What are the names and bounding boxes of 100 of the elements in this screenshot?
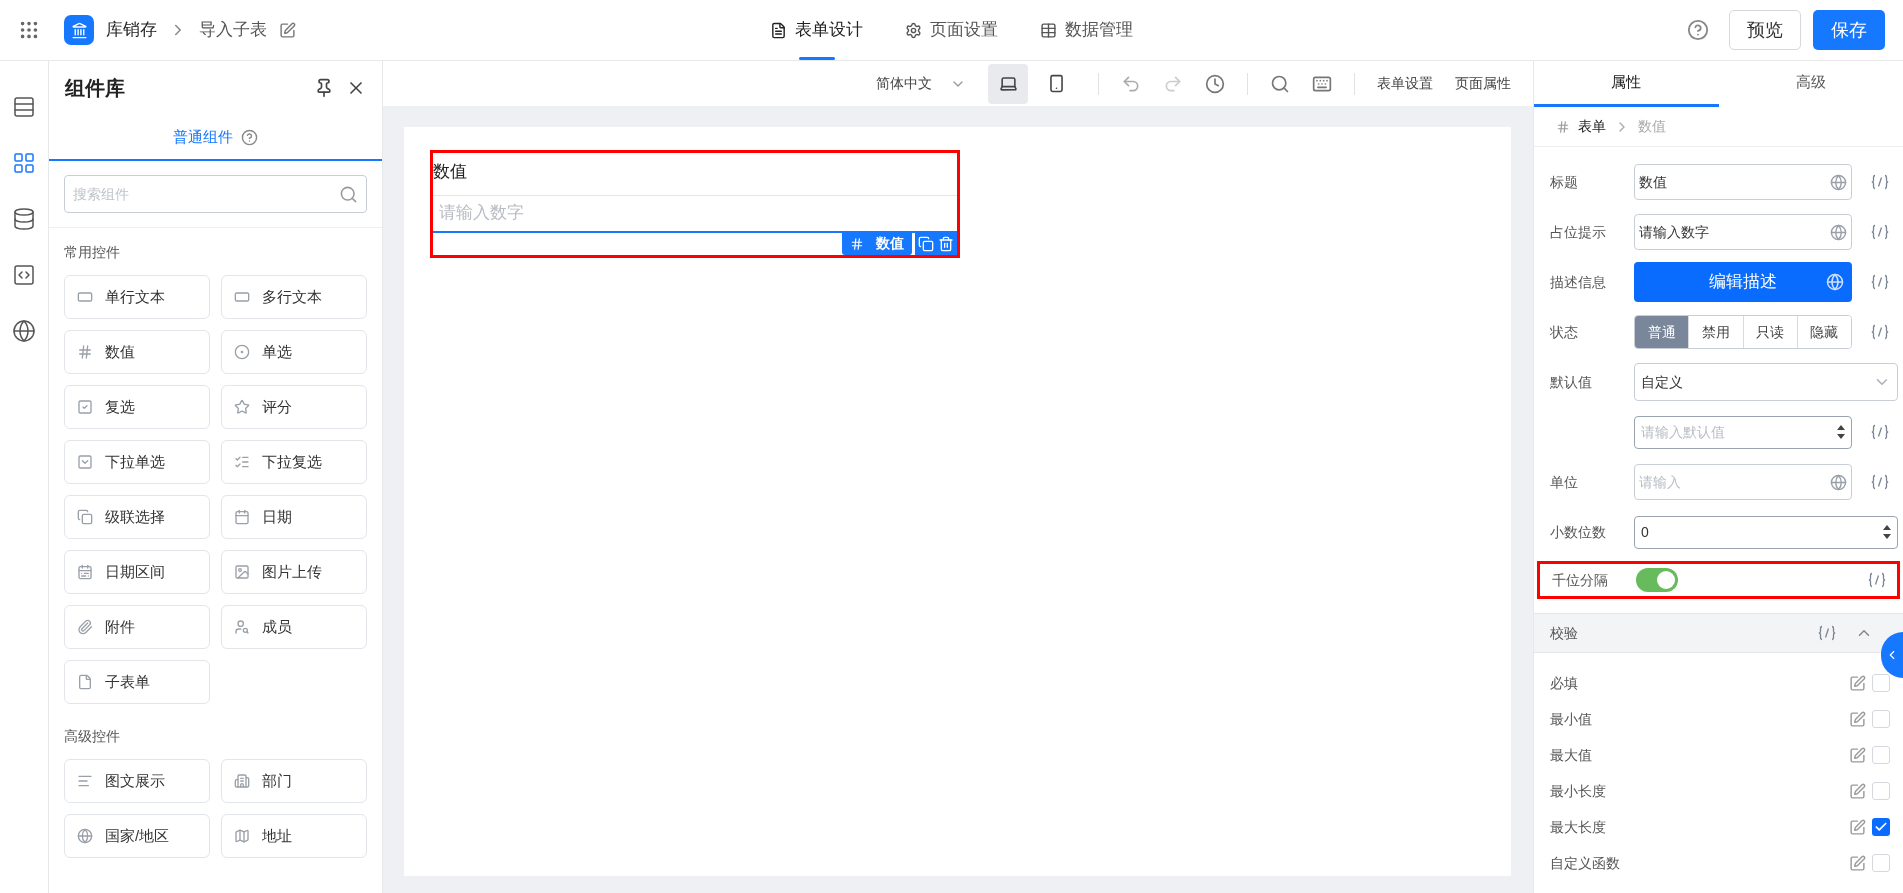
field-type-label: 数值 <box>876 234 904 253</box>
component-item[interactable]: 地址 <box>221 814 367 858</box>
component-item[interactable]: 下拉单选 <box>64 440 210 484</box>
device-toggle[interactable] <box>988 63 1028 104</box>
app-menu-icon[interactable] <box>18 19 40 41</box>
code-icon[interactable] <box>12 263 36 287</box>
component-item[interactable]: 下拉复选 <box>221 440 367 484</box>
code-icon[interactable] <box>1870 474 1890 490</box>
edit-icon[interactable] <box>1849 746 1866 764</box>
database-icon[interactable] <box>12 207 36 231</box>
component-item[interactable]: 成员 <box>221 605 367 649</box>
component-item[interactable]: 数值 <box>64 330 210 374</box>
component-item[interactable]: 部门 <box>221 759 367 803</box>
edit-icon[interactable] <box>1849 674 1866 692</box>
edit-icon[interactable] <box>1849 854 1866 872</box>
property-label: 状态 <box>1550 324 1578 340</box>
preview-button[interactable]: 预览 <box>1729 10 1801 50</box>
edit-icon[interactable] <box>1849 782 1866 800</box>
component-item[interactable]: 图片上传 <box>221 550 367 594</box>
component-item[interactable]: 多行文本 <box>221 275 367 319</box>
property-tab[interactable]: 高级 <box>1718 61 1903 107</box>
component-item[interactable]: 单选 <box>221 330 367 374</box>
edit-icon[interactable] <box>1849 818 1866 836</box>
text-field[interactable]: 数值 <box>1634 164 1852 200</box>
component-label: 子表单 <box>105 671 150 692</box>
rows-icon[interactable] <box>12 95 36 119</box>
top-tab[interactable]: 表单设计 <box>770 0 863 60</box>
component-item[interactable]: 日期区间 <box>64 550 210 594</box>
globe-icon[interactable] <box>12 319 36 343</box>
text-field[interactable]: 请输入数字 <box>1634 214 1852 250</box>
property-tab[interactable]: 属性 <box>1534 61 1719 107</box>
code-icon[interactable] <box>1817 625 1837 641</box>
app-name[interactable]: 库销存 <box>106 17 157 43</box>
component-label: 评分 <box>262 396 292 417</box>
top-tab[interactable]: 数据管理 <box>1040 0 1133 60</box>
component-item[interactable]: 单行文本 <box>64 275 210 319</box>
search-icon[interactable] <box>1270 73 1290 94</box>
group-title: 高级控件 <box>64 727 121 746</box>
help-icon[interactable] <box>1687 19 1709 41</box>
component-label: 日期 <box>262 506 292 527</box>
component-label: 地址 <box>262 825 292 846</box>
grid-icon[interactable] <box>12 151 36 175</box>
component-label: 复选 <box>105 396 135 417</box>
pin-icon[interactable] <box>314 78 334 98</box>
component-item[interactable]: 图文展示 <box>64 759 210 803</box>
spinner-icon[interactable] <box>1837 424 1845 440</box>
language-select[interactable]: 简体中文 <box>876 73 966 94</box>
edit-icon[interactable] <box>1849 710 1866 728</box>
component-item[interactable]: 子表单 <box>64 660 210 704</box>
component-item[interactable]: 级联选择 <box>64 495 210 539</box>
rule-checkbox[interactable] <box>1872 674 1890 692</box>
top-tab[interactable]: 页面设置 <box>905 0 998 60</box>
user-icon <box>234 619 250 635</box>
document-icon <box>77 674 93 690</box>
select-field[interactable]: 自定义 <box>1634 363 1898 401</box>
number-field[interactable]: 0 <box>1634 515 1898 549</box>
code-icon[interactable] <box>1870 274 1890 290</box>
rule-checkbox[interactable] <box>1872 818 1890 836</box>
toolbar-link[interactable]: 页面属性 <box>1455 73 1511 94</box>
component-label: 图片上传 <box>262 561 322 582</box>
rule-label: 最小长度 <box>1550 781 1607 801</box>
code-icon[interactable] <box>1870 224 1890 240</box>
component-item[interactable]: 复选 <box>64 385 210 429</box>
property-label: 单位 <box>1550 474 1578 490</box>
component-item[interactable]: 日期 <box>221 495 367 539</box>
copy-icon[interactable] <box>918 235 934 252</box>
component-item[interactable]: 附件 <box>64 605 210 649</box>
component-item[interactable]: 国家/地区 <box>64 814 210 858</box>
trash-icon[interactable] <box>938 235 954 252</box>
field-value: 数值 <box>1639 172 1668 192</box>
highlight-frame[interactable]: 数值 请输入数字 数值 <box>430 150 960 258</box>
number-input[interactable]: 请输入数字 <box>433 194 957 233</box>
component-label: 国家/地区 <box>105 825 170 846</box>
edit-description-button[interactable]: 编辑描述 <box>1634 262 1852 302</box>
search-icon[interactable] <box>339 184 358 204</box>
toggle-switch[interactable] <box>1636 568 1678 592</box>
rule-label: 必填 <box>1550 673 1579 693</box>
code-icon[interactable] <box>1870 174 1890 190</box>
property-label: 描述信息 <box>1550 274 1606 290</box>
spinner-icon[interactable] <box>1883 524 1891 540</box>
validation-header[interactable]: 校验 <box>1534 613 1903 653</box>
code-icon[interactable] <box>1870 424 1890 440</box>
toolbar-link[interactable]: 表单设置 <box>1377 73 1433 94</box>
panel-tab[interactable]: 普通组件 <box>49 115 382 161</box>
history-icon[interactable] <box>1205 73 1225 94</box>
state-option[interactable]: 普通 <box>1635 316 1690 348</box>
breadcrumb-item[interactable]: 表单 <box>1578 116 1606 137</box>
rule-checkbox[interactable] <box>1872 710 1890 728</box>
undo-icon[interactable] <box>1121 73 1141 94</box>
property-label: 千位分隔 <box>1552 572 1608 588</box>
save-button[interactable]: 保存 <box>1813 10 1885 50</box>
rule-checkbox[interactable] <box>1872 782 1890 800</box>
edit-icon[interactable] <box>279 21 296 39</box>
component-item[interactable]: 评分 <box>221 385 367 429</box>
code-icon[interactable] <box>1870 324 1890 340</box>
code-icon[interactable] <box>1867 572 1887 588</box>
dropdown-icon <box>77 454 93 470</box>
component-label: 日期区间 <box>105 561 165 582</box>
rule-checkbox[interactable] <box>1872 746 1890 764</box>
rule-checkbox[interactable] <box>1872 854 1890 872</box>
